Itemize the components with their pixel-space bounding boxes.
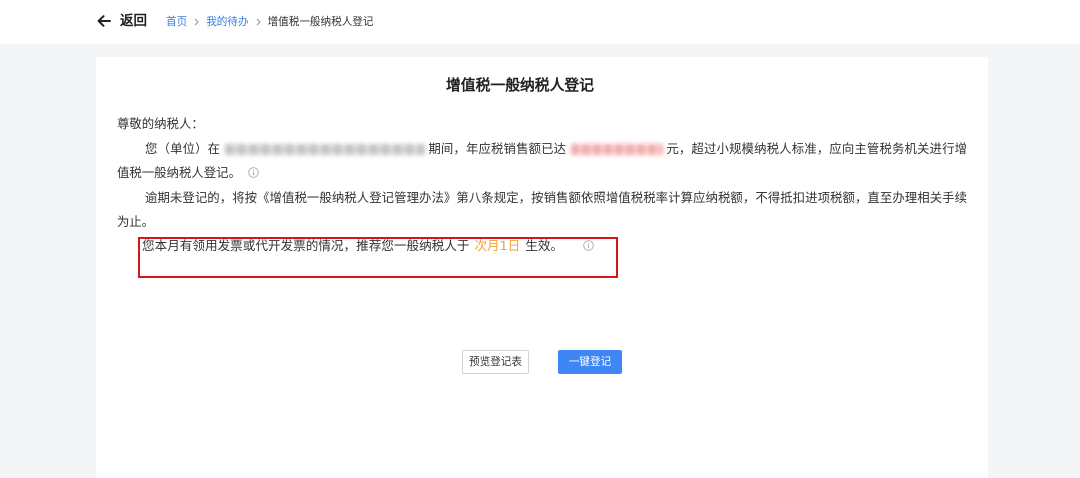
paragraph-text: 您（单位）在 [145,140,221,156]
preview-form-button[interactable]: 预览登记表 [462,350,529,374]
breadcrumb-current: 增值税一般纳税人登记 [267,16,374,28]
page-title: 增值税一般纳税人登记 [446,77,594,94]
info-icon[interactable] [248,167,259,178]
registration-notice-card: 增值税一般纳税人登记 尊敬的纳税人： 您（单位）在 期间，年应税销售额已达 元，超过… [96,57,988,478]
notice-paragraph-sales: 您（单位）在 期间，年应税销售额已达 元，超过小规模纳税人标准，应向主管税务机关进行… [117,137,967,186]
paragraph-text: 期间，年应税销售额已达 [428,140,567,156]
top-bar: 返回 首页 我的待办 增值税一般纳税人登记 [0,0,1080,44]
breadcrumb-my-todo[interactable]: 我的待办 [206,14,248,30]
back-label: 返回 [120,13,147,29]
one-click-register-button[interactable]: 一键登记 [558,350,622,374]
redacted-date-range [225,143,426,155]
chevron-right-icon [256,18,261,26]
breadcrumb-home[interactable]: 首页 [166,14,187,30]
breadcrumb: 首页 我的待办 增值税一般纳税人登记 [166,14,374,30]
redacted-amount [571,143,664,155]
notice-paragraph-overdue: 逾期未登记的，将按《增值税一般纳税人登记管理办法》第八条规定，按销售额依照增值税… [117,189,967,230]
arrow-left-icon [97,15,111,27]
chevron-right-icon [194,18,199,26]
highlight-annotation-box [138,237,618,278]
greeting: 尊敬的纳税人： [117,116,204,131]
notice-body: 尊敬的纳税人： 您（单位）在 期间，年应税销售额已达 元，超过小规模纳税人标准，应向… [117,112,967,235]
back-button[interactable]: 返回 [97,11,147,31]
